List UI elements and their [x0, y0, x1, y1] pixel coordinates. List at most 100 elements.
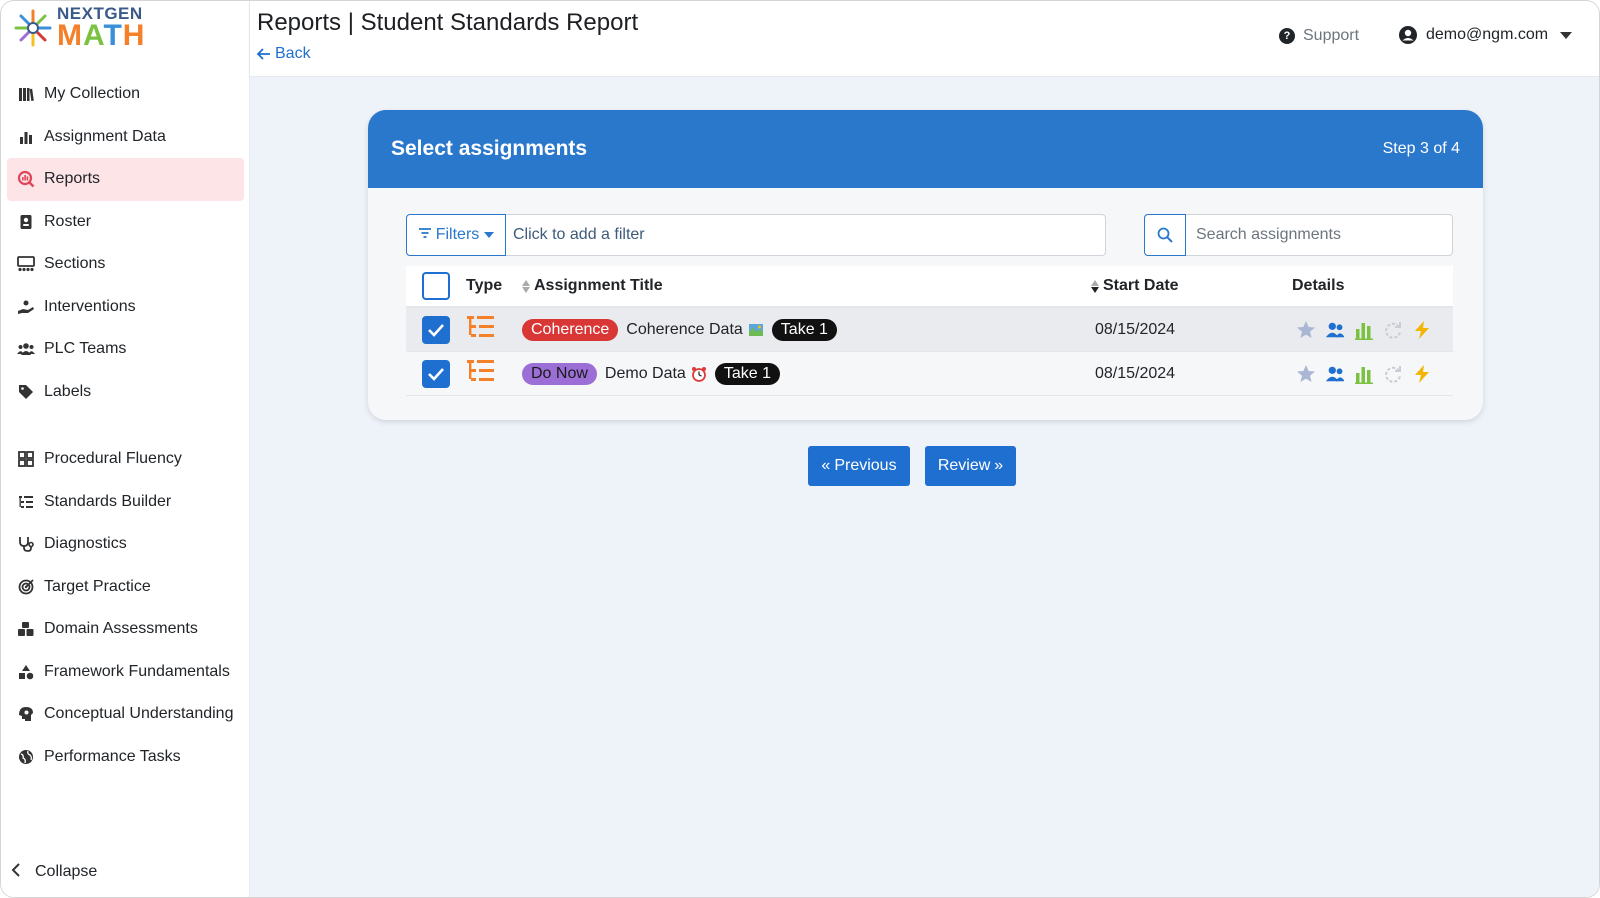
search-icon	[1157, 227, 1173, 243]
sidebar-item-standards-builder[interactable]: Standards Builder	[7, 481, 244, 524]
logo-line2: MATH	[57, 21, 145, 51]
sidebar-item-roster[interactable]: Roster	[7, 201, 244, 244]
sidebar-item-target-practice[interactable]: Target Practice	[7, 566, 244, 609]
sidebar-item-label: Sections	[44, 255, 106, 273]
row-checkbox[interactable]	[422, 359, 450, 388]
sidebar-item-diagnostics[interactable]: Diagnostics	[7, 523, 244, 566]
star-icon[interactable]	[1296, 320, 1316, 340]
column-header-title-label: Assignment Title	[534, 277, 663, 294]
details-cell	[1296, 364, 1453, 384]
globe-icon	[17, 748, 35, 766]
sidebar-item-label: Standards Builder	[44, 492, 172, 510]
take-badge: Take 1	[714, 362, 780, 385]
sections-icon	[17, 255, 35, 273]
sidebar-item-conceptual-understanding[interactable]: Conceptual Understanding	[7, 693, 244, 736]
sidebar-item-label: Roster	[44, 212, 92, 230]
double-chevron-right-icon: »	[994, 457, 1004, 474]
lightning-icon[interactable]	[1412, 320, 1432, 340]
logo-letter: A	[83, 19, 104, 52]
question-circle-icon: ?	[1279, 28, 1295, 44]
select-all-checkbox[interactable]	[422, 272, 450, 300]
hand-icon	[17, 298, 35, 316]
standards-list-icon	[467, 316, 494, 337]
bar-chart-icon[interactable]	[1354, 320, 1374, 340]
category-badge: Coherence	[522, 318, 619, 341]
sidebar-item-assignment-data[interactable]: Assignment Data	[7, 116, 244, 159]
page-title: Reports | Student Standards Report	[257, 9, 639, 36]
logo-burst-icon	[13, 8, 53, 48]
refresh-icon[interactable]	[1383, 364, 1403, 384]
select-assignments-card: Select assignments Step 3 of 4 Filters C…	[368, 110, 1483, 420]
sidebar-item-sections[interactable]: Sections	[7, 243, 244, 286]
alarm-clock-icon	[691, 366, 707, 382]
type-cell	[466, 358, 522, 389]
back-link[interactable]: Back	[257, 45, 311, 63]
users-icon[interactable]	[1325, 320, 1345, 340]
table-row[interactable]: Coherence Coherence Data Take 1 08/15/20…	[406, 308, 1453, 352]
start-date-cell: 08/15/2024	[1095, 364, 1176, 382]
collapse-button[interactable]: Collapse	[11, 861, 97, 882]
sidebar-item-label: Assignment Data	[44, 127, 166, 145]
review-button[interactable]: Review »	[925, 446, 1016, 486]
sidebar-item-label: Conceptual Understanding	[44, 705, 234, 723]
sidebar-item-performance-tasks[interactable]: Performance Tasks	[7, 736, 244, 779]
take-badge: Take 1	[771, 318, 837, 341]
sidebar-item-procedural-fluency[interactable]: Procedural Fluency	[7, 438, 244, 481]
search-input[interactable]	[1186, 215, 1452, 255]
app-window: NEXTGEN MATH My Collection Assignment Da…	[0, 0, 1600, 898]
caret-down-icon	[1560, 31, 1573, 39]
type-cell	[466, 314, 522, 345]
user-email: demo@ngm.com	[1426, 26, 1549, 43]
sidebar: NEXTGEN MATH My Collection Assignment Da…	[1, 1, 250, 897]
main-content: Select assignments Step 3 of 4 Filters C…	[250, 77, 1599, 897]
search-button[interactable]	[1144, 214, 1186, 256]
add-filter-input[interactable]: Click to add a filter	[506, 215, 1105, 255]
filter-lines-icon	[418, 226, 432, 244]
star-icon[interactable]	[1296, 364, 1316, 384]
refresh-icon[interactable]	[1383, 320, 1403, 340]
lightning-icon[interactable]	[1412, 364, 1432, 384]
category-badge: Do Now	[522, 362, 597, 385]
cubes-icon	[17, 620, 35, 638]
filters-button[interactable]: Filters	[406, 214, 506, 256]
title-cell: Do Now Demo Data Take 1	[522, 362, 1095, 385]
sidebar-item-label: Labels	[44, 382, 92, 400]
sidebar-item-labels[interactable]: Labels	[7, 371, 244, 414]
previous-button[interactable]: « Previous	[808, 446, 910, 486]
sidebar-item-my-collection[interactable]: My Collection	[7, 73, 244, 116]
logo[interactable]: NEXTGEN MATH	[13, 5, 145, 51]
sidebar-item-label: Diagnostics	[44, 535, 127, 553]
standards-list-icon	[467, 360, 494, 381]
support-link[interactable]: ? Support	[1279, 27, 1359, 45]
table-row[interactable]: Do Now Demo Data Take 1 08/15/2024	[406, 352, 1453, 396]
target-icon	[17, 578, 35, 596]
column-header-start-date[interactable]: Start Date	[1091, 277, 1292, 295]
row-checkbox[interactable]	[422, 315, 450, 344]
sidebar-item-reports[interactable]: Reports	[7, 158, 244, 201]
logo-letter: T	[103, 19, 123, 52]
bar-chart-icon[interactable]	[1354, 364, 1374, 384]
sidebar-item-label: My Collection	[44, 85, 141, 103]
collapse-label: Collapse	[35, 862, 98, 880]
top-header: Reports | Student Standards Report Back …	[250, 1, 1599, 77]
previous-label: Previous	[834, 457, 897, 474]
user-menu[interactable]: demo@ngm.com	[1398, 25, 1573, 45]
step-indicator: Step 3 of 4	[1382, 140, 1460, 157]
report-search-icon	[17, 170, 35, 188]
check-icon	[428, 367, 444, 381]
users-icon	[17, 340, 35, 358]
assignment-title: Demo Data	[604, 364, 686, 382]
sidebar-item-plc-teams[interactable]: PLC Teams	[7, 328, 244, 371]
bar-chart-icon	[17, 128, 35, 146]
sidebar-item-framework-fundamentals[interactable]: Framework Fundamentals	[7, 651, 244, 694]
column-header-title[interactable]: Assignment Title	[522, 277, 1095, 295]
sidebar-item-domain-assessments[interactable]: Domain Assessments	[7, 608, 244, 651]
filter-bar: Filters Click to add a filter	[406, 214, 1106, 256]
users-icon[interactable]	[1325, 364, 1345, 384]
user-circle-icon	[1399, 26, 1417, 44]
tag-icon	[17, 383, 35, 401]
sidebar-item-label: Target Practice	[44, 577, 151, 595]
details-cell	[1296, 320, 1453, 340]
books-icon	[17, 85, 35, 103]
sidebar-item-interventions[interactable]: Interventions	[7, 286, 244, 329]
